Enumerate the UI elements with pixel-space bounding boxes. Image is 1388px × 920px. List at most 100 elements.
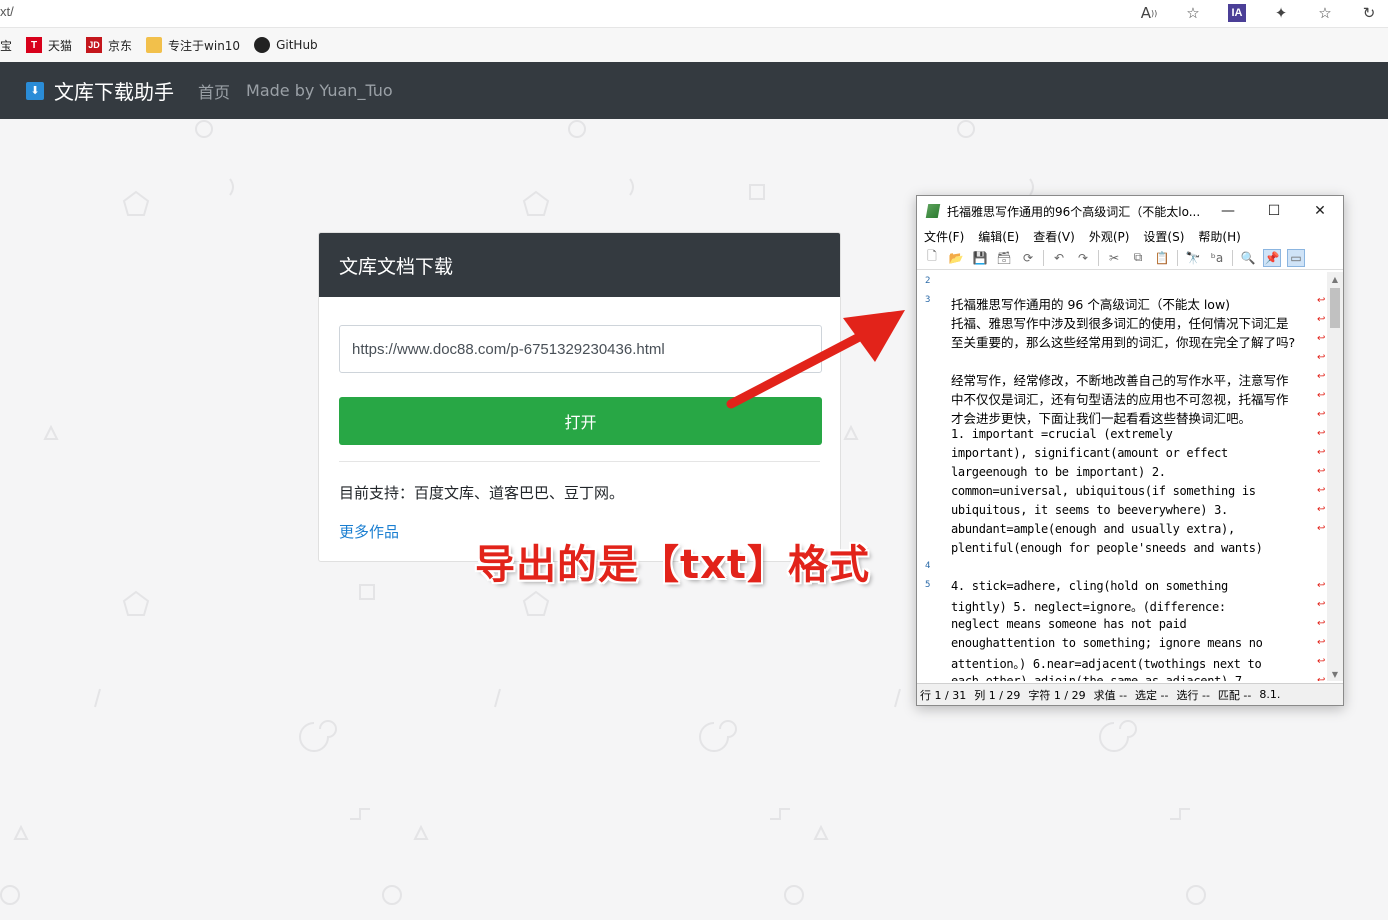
menu-settings[interactable]: 设置(S): [1143, 228, 1184, 245]
status-selected-lines: 选行 --: [1176, 688, 1210, 702]
extensions-icon[interactable]: ✦: [1270, 2, 1292, 24]
vertical-scrollbar[interactable]: ▲ ▼: [1327, 272, 1343, 681]
save-as-icon[interactable]: 🗃: [995, 249, 1013, 267]
window-controls: — ☐ ✕: [1205, 196, 1343, 226]
add-favorite-icon[interactable]: ☆: [1182, 2, 1204, 24]
close-icon[interactable]: ✕: [1297, 196, 1343, 226]
editor-line[interactable]: enoughattention to something; ignore mea…: [917, 634, 1327, 653]
minimize-icon[interactable]: —: [1205, 196, 1251, 226]
line-text: 4. stick=adhere, cling(hold on something: [951, 579, 1228, 593]
bookmarks-bar: 宝 T 天猫 JD 京东 专注于win10 GitHub: [0, 28, 1388, 62]
bookmark-label: 京东: [108, 38, 133, 53]
folder-icon: [146, 37, 163, 53]
save-icon[interactable]: 💾: [971, 249, 989, 267]
url-text[interactable]: xt/: [0, 4, 14, 19]
copy-icon[interactable]: ⧉: [1129, 249, 1147, 267]
editor-line[interactable]: plentiful(enough for people'sneeds and w…: [917, 539, 1327, 558]
editor-line[interactable]: tightly) 5. neglect=ignore。(difference: ↩: [917, 596, 1327, 615]
status-selected: 选定 --: [1135, 688, 1169, 702]
editor-line[interactable]: abundant=ample(enough and usually extra)…: [917, 520, 1327, 539]
wrap-marker-icon: ↩: [1317, 580, 1326, 591]
scroll-down-icon[interactable]: ▼: [1327, 667, 1343, 681]
line-text: enoughattention to something; ignore mea…: [951, 636, 1263, 650]
card-title: 文库文档下载: [339, 255, 454, 278]
toolbar-separator: [1177, 249, 1178, 266]
replace-icon[interactable]: ᵇa: [1208, 249, 1226, 267]
line-number: 2: [925, 276, 931, 286]
editor-line[interactable]: 托福、雅思写作中涉及到很多词汇的使用，任何情况下词汇是 ↩: [917, 311, 1327, 331]
editor-line[interactable]: each other) adjoin(the same as adjacent)…: [917, 672, 1327, 681]
bookmark-label: GitHub: [276, 38, 318, 52]
editor-line[interactable]: 3 托福雅思写作通用的 96 个高级词汇（不能太 low) ↩: [917, 292, 1327, 312]
wrap-marker-icon: ↩: [1317, 523, 1326, 534]
scroll-up-icon[interactable]: ▲: [1327, 272, 1343, 286]
editor-line[interactable]: attention。) 6.near=adjacent(twothings ne…: [917, 653, 1327, 672]
nav-madeby-link[interactable]: Made by Yuan_Tuo: [246, 81, 393, 100]
bookmark-item[interactable]: GitHub: [254, 37, 318, 53]
cut-icon[interactable]: ✂: [1105, 249, 1123, 267]
line-number: 3: [925, 295, 931, 305]
card-header: 文库文档下载: [319, 233, 840, 297]
text-editor[interactable]: 2 3 托福雅思写作通用的 96 个高级词汇（不能太 low) ↩ 托福、雅思写作中涉及…: [917, 272, 1327, 681]
wrap-marker-icon: ↩: [1317, 390, 1326, 401]
status-version: 8.1.: [1259, 688, 1281, 701]
bookmark-item[interactable]: T 天猫: [26, 37, 72, 54]
new-file-icon[interactable]: 🗋: [923, 249, 941, 267]
editor-line[interactable]: important), significant(amount or effect…: [917, 444, 1327, 463]
nav-home-link[interactable]: 首页: [198, 79, 230, 103]
status-bar: 行 1 / 31 列 1 / 29 字符 1 / 29 求值 -- 选定 -- …: [917, 683, 1343, 705]
editor-line[interactable]: 经常写作，经常修改，不断地改善自己的写作水平，注意写作 ↩: [917, 368, 1327, 388]
editor-line[interactable]: 才会进步更快，下面让我们一起看看这些替换词汇吧。 ↩: [917, 406, 1327, 426]
editor-line[interactable]: 5 4. stick=adhere, cling(hold on somethin…: [917, 577, 1327, 596]
editor-line[interactable]: ↩: [917, 349, 1327, 368]
wrap-marker-icon: ↩: [1317, 504, 1326, 515]
editor-line[interactable]: ubiquitous, it seems to beeverywhere) 3.…: [917, 501, 1327, 520]
status-match: 匹配 --: [1217, 688, 1252, 702]
menu-bar: 文件(F) 编辑(E) 查看(V) 外观(P) 设置(S) 帮助(H): [917, 226, 1343, 246]
editor-line[interactable]: 中不仅仅是词汇，还有句型语法的应用也不可忽视，托福写作 ↩: [917, 387, 1327, 407]
bookmark-item[interactable]: JD 京东: [86, 37, 132, 54]
menu-view[interactable]: 查看(V): [1033, 228, 1075, 245]
top-navbar: ⬇ 文库下载助手 首页 Made by Yuan_Tuo: [0, 62, 1388, 119]
read-aloud-icon[interactable]: A)): [1138, 2, 1160, 24]
reload-icon[interactable]: ⟳: [1019, 249, 1037, 267]
line-text: neglect means someone has not paid: [951, 617, 1187, 631]
editor-line[interactable]: largeenough to be important) 2. ↩: [917, 463, 1327, 482]
zoom-icon[interactable]: 🔍: [1239, 249, 1257, 267]
brand-title[interactable]: 文库下载助手: [54, 76, 174, 105]
editor-line[interactable]: 4: [917, 558, 1327, 577]
annotation-text: 导出的是【txt】格式: [475, 542, 871, 588]
extension-ia-icon[interactable]: IA: [1226, 2, 1248, 24]
redo-icon[interactable]: ↷: [1074, 249, 1092, 267]
menu-appearance[interactable]: 外观(P): [1089, 228, 1130, 245]
menu-edit[interactable]: 编辑(E): [978, 228, 1019, 245]
address-bar[interactable]: xt/ A)) ☆ IA ✦ ☆ ↻: [0, 0, 1388, 28]
bookmark-item[interactable]: 宝: [0, 37, 12, 54]
menu-file[interactable]: 文件(F): [924, 228, 964, 245]
maximize-icon[interactable]: ☐: [1251, 196, 1297, 226]
bookmark-item[interactable]: 专注于win10: [146, 37, 240, 54]
editor-line[interactable]: 1. important =crucial (extremely ↩: [917, 425, 1327, 444]
find-icon[interactable]: 🔭: [1184, 249, 1202, 267]
open-file-icon[interactable]: 📂: [947, 249, 965, 267]
bookmark-label: 天猫: [48, 38, 73, 53]
editor-line[interactable]: neglect means someone has not paid ↩: [917, 615, 1327, 634]
undo-icon[interactable]: ↶: [1050, 249, 1068, 267]
wrap-marker-icon: ↩: [1317, 371, 1326, 382]
paste-icon[interactable]: 📋: [1153, 249, 1171, 267]
tmall-icon: T: [26, 37, 43, 53]
line-number: 4: [925, 561, 931, 571]
menu-help[interactable]: 帮助(H): [1198, 228, 1240, 245]
window-title: 托福雅思写作通用的96个高级词汇（不能太lo...: [947, 204, 1201, 219]
scroll-thumb[interactable]: [1330, 288, 1340, 328]
word-wrap-icon[interactable]: ▭: [1287, 248, 1305, 267]
editor-line[interactable]: 2: [917, 273, 1327, 292]
window-titlebar[interactable]: 托福雅思写作通用的96个高级词汇（不能太lo... — ☐ ✕: [917, 196, 1343, 226]
open-button-label: 打开: [564, 413, 597, 432]
editor-line[interactable]: 至关重要的，那么这些经常用到的词汇，你现在完全了解了吗? ↩: [917, 330, 1327, 350]
editor-line[interactable]: common=universal, ubiquitous(if somethin…: [917, 482, 1327, 501]
history-icon[interactable]: ↻: [1358, 2, 1380, 24]
pin-icon[interactable]: 📌: [1263, 248, 1281, 267]
favorites-icon[interactable]: ☆: [1314, 2, 1336, 24]
toolbar: 🗋 📂 💾 🗃 ⟳ ↶ ↷ ✂ ⧉ 📋 🔭 ᵇa 🔍 📌 ▭: [917, 246, 1343, 270]
